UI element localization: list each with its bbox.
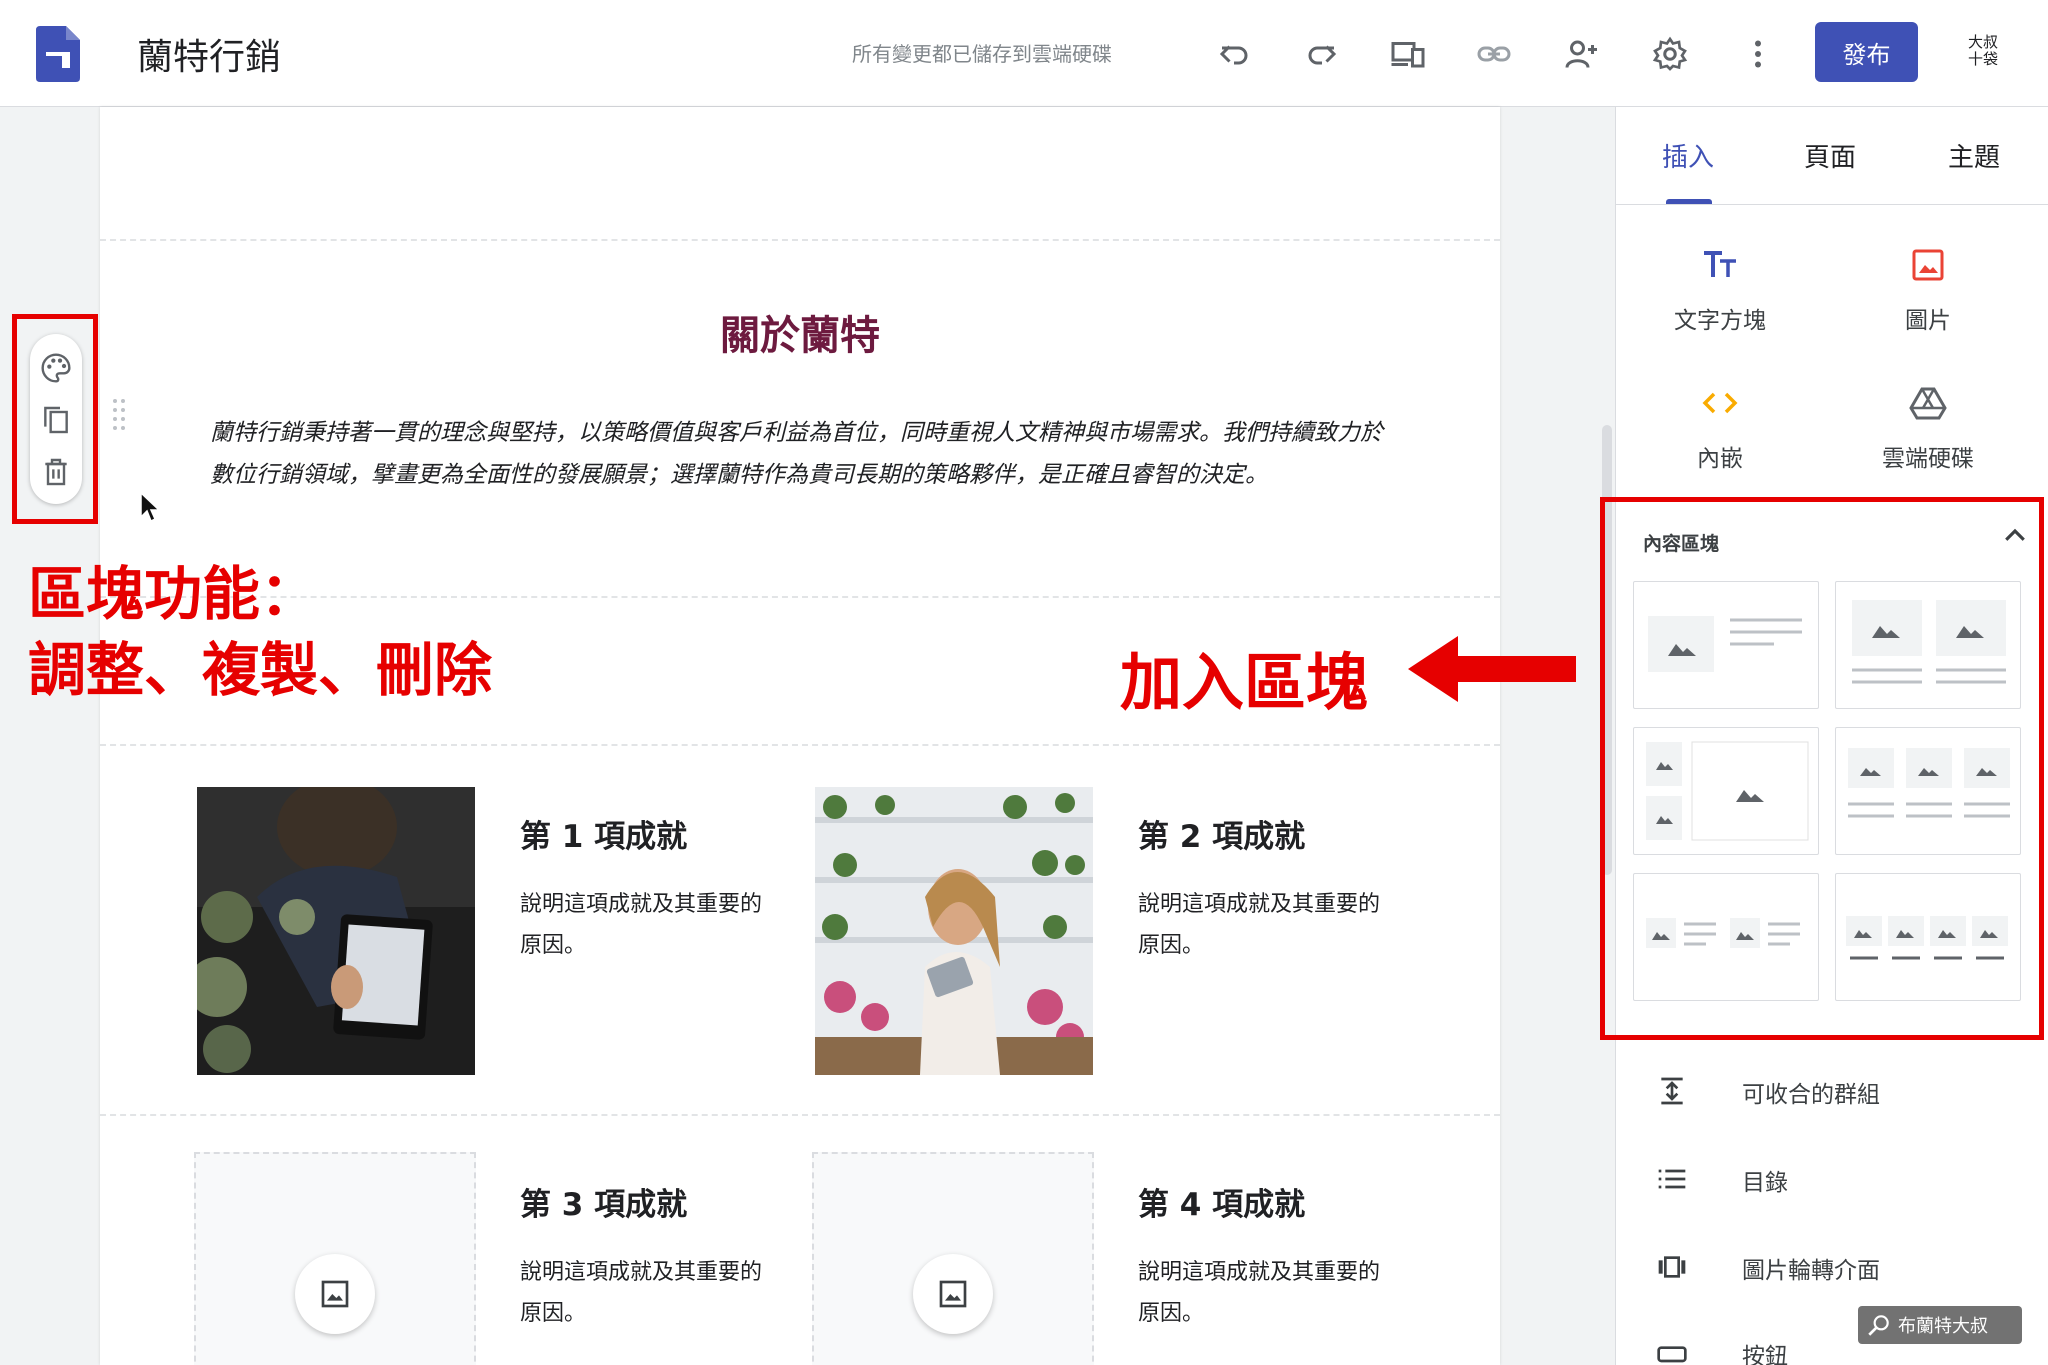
insert-button-label: 按鈕 — [1742, 1344, 1788, 1365]
insert-image[interactable]: 圖片 — [1848, 245, 2008, 335]
watermark-text: 布蘭特大叔 — [1898, 1316, 1988, 1337]
insert-text-box[interactable]: 文字方塊 — [1640, 245, 1800, 335]
embed-code-icon — [1702, 392, 1738, 414]
achievement-4-desc[interactable]: 說明這項成就及其重要的原因。 — [1138, 1252, 1398, 1334]
achievement-3-image-placeholder[interactable] — [194, 1152, 476, 1365]
insert-image-carousel[interactable]: 圖片輪轉介面 — [1656, 1247, 1880, 1287]
insert-image-carousel-label: 圖片輪轉介面 — [1742, 1258, 1880, 1284]
insert-text-box-label: 文字方塊 — [1674, 308, 1766, 334]
achievement-3-desc[interactable]: 說明這項成就及其重要的原因。 — [520, 1252, 780, 1334]
achievement-3-title[interactable]: 第 3 項成就 — [520, 1179, 687, 1224]
section-divider — [100, 1114, 1500, 1116]
tab-insert[interactable]: 插入 — [1662, 137, 1714, 174]
mouse-cursor-icon — [140, 492, 161, 523]
collapsible-group-icon — [1661, 1077, 1683, 1105]
annotation-block-functions-line2: 調整、複製、刪除 — [28, 636, 493, 704]
drive-icon — [1909, 387, 1947, 420]
settings-gear-icon[interactable] — [1650, 34, 1690, 74]
avatar-line-2: 十袋 — [1967, 50, 1998, 68]
achievement-4-image-placeholder[interactable] — [812, 1152, 1094, 1365]
image-icon — [1912, 249, 1944, 281]
about-section-title[interactable]: 關於蘭特 — [100, 303, 1500, 361]
link-icon[interactable] — [1474, 34, 1514, 74]
top-bar: 蘭特行銷 所有變更都已儲存到雲端硬碟 發布 大叔 十袋 — [0, 0, 2048, 107]
section-divider — [100, 239, 1500, 241]
highlight-content-blocks — [1600, 497, 2044, 1040]
image-icon — [939, 1280, 967, 1308]
avatar[interactable]: 大叔 十袋 — [1958, 34, 2008, 74]
insert-button[interactable]: 按鈕 — [1656, 1333, 1788, 1365]
site-title[interactable]: 蘭特行銷 — [137, 28, 281, 80]
search-icon — [1868, 1315, 1889, 1336]
image-icon — [321, 1280, 349, 1308]
achievement-4-title[interactable]: 第 4 項成就 — [1138, 1179, 1305, 1224]
achievement-1-title[interactable]: 第 1 項成就 — [520, 811, 687, 856]
undo-icon[interactable] — [1214, 34, 1254, 74]
insert-table-of-contents[interactable]: 目錄 — [1656, 1159, 1788, 1199]
add-image-button[interactable] — [913, 1254, 993, 1334]
insert-collapsible-group[interactable]: 可收合的群組 — [1656, 1071, 1880, 1111]
image-carousel-icon — [1658, 1256, 1686, 1278]
publish-button[interactable]: 發布 — [1815, 22, 1918, 82]
insert-embed-label: 內嵌 — [1697, 446, 1743, 472]
achievement-1-desc[interactable]: 說明這項成就及其重要的原因。 — [520, 884, 780, 966]
achievement-2-photo[interactable] — [815, 787, 1093, 1075]
avatar-line-1: 大叔 — [1967, 33, 1998, 51]
insert-drive[interactable]: 雲端硬碟 — [1848, 383, 2008, 473]
watermark: 布蘭特大叔 — [1858, 1306, 2022, 1344]
table-of-contents-icon — [1658, 1169, 1686, 1189]
annotation-add-block: 加入區塊 — [1120, 646, 1369, 719]
annotation-block-functions: 區塊功能： 調整、複製、刪除 — [28, 556, 492, 708]
annotation-block-functions-line1: 區塊功能： — [28, 560, 319, 628]
about-section-body[interactable]: 蘭特行銷秉持著一貫的理念與堅持，以策略價值與客戶利益為首位，同時重視人文精神與市… — [210, 412, 1400, 496]
tab-pages[interactable]: 頁面 — [1804, 137, 1856, 174]
insert-table-of-contents-label: 目錄 — [1742, 1170, 1788, 1196]
page-canvas[interactable]: 關於蘭特 蘭特行銷秉持著一貫的理念與堅持，以策略價值與客戶利益為首位，同時重視人… — [100, 107, 1500, 1365]
google-sites-logo-icon[interactable] — [36, 26, 80, 82]
achievement-1-photo[interactable] — [197, 787, 475, 1075]
highlight-section-toolbar — [12, 314, 98, 524]
achievement-2-desc[interactable]: 說明這項成就及其重要的原因。 — [1138, 884, 1398, 966]
text-box-icon — [1704, 251, 1736, 277]
redo-icon[interactable] — [1302, 34, 1342, 74]
insert-collapsible-group-label: 可收合的群組 — [1742, 1082, 1880, 1108]
section-divider — [100, 744, 1500, 746]
add-image-button[interactable] — [295, 1254, 375, 1334]
more-vert-icon[interactable] — [1738, 34, 1778, 74]
insert-embed[interactable]: 內嵌 — [1640, 383, 1800, 473]
insert-drive-label: 雲端硬碟 — [1882, 446, 1974, 472]
preview-devices-icon[interactable] — [1388, 34, 1428, 74]
save-status: 所有變更都已儲存到雲端硬碟 — [852, 42, 1112, 66]
drag-handle-icon[interactable] — [112, 398, 126, 432]
button-icon — [1657, 1346, 1687, 1363]
tab-themes[interactable]: 主題 — [1948, 137, 2000, 174]
insert-image-label: 圖片 — [1905, 308, 1951, 334]
achievement-2-title[interactable]: 第 2 項成就 — [1138, 811, 1305, 856]
panel-divider — [1616, 204, 2048, 205]
arrow-left-icon — [1408, 636, 1576, 702]
share-person-icon[interactable] — [1562, 34, 1602, 74]
